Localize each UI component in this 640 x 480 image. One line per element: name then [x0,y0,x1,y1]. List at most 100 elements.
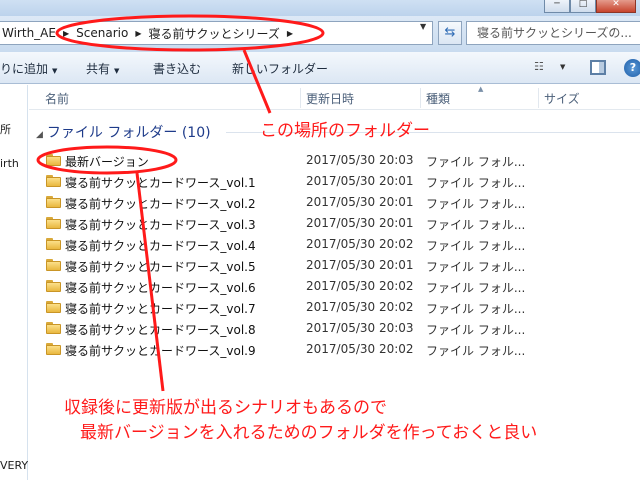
folder-icon [46,301,61,313]
close-button[interactable]: ✕ [596,0,636,13]
breadcrumb-series[interactable]: 寝る前サクッとシリーズ [145,25,282,42]
file-date: 2017/05/30 20:01 [306,174,414,188]
file-row[interactable]: 寝る前サクッとカードワース_vol.9 2017/05/30 20:02 ファイル … [40,339,640,360]
nav-item-drive[interactable]: VERY [0,459,28,472]
file-type: ファイル フォル... [426,302,526,316]
chevron-right-icon[interactable]: ▶ [131,29,145,38]
file-row[interactable]: 寝る前サクッとカードワース_vol.2 2017/05/30 20:01 ファイル … [40,192,640,213]
column-size[interactable]: サイズ [544,90,580,107]
file-type: ファイル フォル... [426,344,526,358]
column-divider[interactable] [420,88,421,108]
file-row[interactable]: 寝る前サクッとカードワース_vol.6 2017/05/30 20:02 ファイル … [40,276,640,297]
column-type[interactable]: 種類 [426,90,450,107]
column-divider[interactable] [300,88,301,108]
folder-icon [46,343,61,355]
view-options-icon[interactable]: ☷ [534,60,550,74]
file-type: ファイル フォル... [426,239,526,253]
folder-icon [46,175,61,187]
file-row[interactable]: 寝る前サクッとカードワース_vol.5 2017/05/30 20:01 ファイル … [40,255,640,276]
folder-icon [46,280,61,292]
file-date: 2017/05/30 20:01 [306,195,414,209]
file-name: 寝る前サクッとカードワース_vol.6 [65,281,256,295]
nav-item-wirth[interactable]: irth [0,157,19,170]
folder-icon [46,154,61,166]
chevron-down-icon[interactable]: ▼ [560,63,565,71]
file-date: 2017/05/30 20:02 [306,279,414,293]
file-type: ファイル フォル... [426,260,526,274]
tip-line-2: 最新バージョンを入れるためのフォルダを作っておくと良い [80,423,538,443]
tip-line-1: 収録後に更新版が出るシナリオもあるので [64,398,387,418]
burn-button[interactable]: 書き込む [153,60,201,77]
column-date[interactable]: 更新日時 [306,90,354,107]
file-row[interactable]: 寝る前サクッとカードワース_vol.7 2017/05/30 20:02 ファイル … [40,297,640,318]
file-name: 寝る前サクッとカードワース_vol.1 [65,176,256,190]
new-folder-button[interactable]: 新しいフォルダー [232,60,328,77]
address-history-dropdown[interactable]: ▼ [420,22,426,31]
minimize-button[interactable]: ─ [544,0,570,13]
help-button[interactable]: ? [624,59,640,77]
file-type: ファイル フォル... [426,176,526,190]
location-annotation: この場所のフォルダー [260,121,430,141]
file-name: 最新バージョン [65,155,149,169]
folder-icon [46,322,61,334]
nav-item-places[interactable]: 所 [0,121,11,137]
file-name: 寝る前サクッとカードワース_vol.5 [65,260,256,274]
file-date: 2017/05/30 20:01 [306,258,414,272]
file-type: ファイル フォル... [426,155,526,169]
file-date: 2017/05/30 20:03 [306,153,414,167]
file-date: 2017/05/30 20:02 [306,300,414,314]
file-name: 寝る前サクッとカードワース_vol.7 [65,302,256,316]
share-label: 共有 [86,62,111,76]
column-headers: 名前 更新日時 種類 ▲ サイズ [29,85,640,110]
file-row[interactable]: 寝る前サクッとカードワース_vol.1 2017/05/30 20:01 ファイル … [40,171,640,192]
folder-icon [46,217,61,229]
chevron-right-icon[interactable]: ▶ [59,29,73,38]
include-in-library-button[interactable]: りに追加 ▼ [0,60,57,77]
preview-pane-button[interactable] [590,60,606,75]
column-divider[interactable] [538,88,539,108]
file-row[interactable]: 最新バージョン 2017/05/30 20:03 ファイル フォル... [40,150,640,171]
file-name: 寝る前サクッとカードワース_vol.8 [65,323,256,337]
file-name: 寝る前サクッとカードワース_vol.2 [65,197,256,211]
folder-icon [46,259,61,271]
file-date: 2017/05/30 20:01 [306,216,414,230]
group-divider [226,132,640,133]
tip-annotation: 収録後に更新版が出るシナリオもあるので 最新バージョンを入れるためのフォルダを作… [64,396,537,446]
command-bar: りに追加 ▼ 共有 ▼ 書き込む 新しいフォルダー ☷ ▼ ? [0,52,640,84]
collapse-arrow-icon[interactable]: ◢ [36,130,43,140]
search-input[interactable]: 寝る前サクッとシリーズの... [466,21,640,45]
refresh-button[interactable]: ⇆ [438,21,462,45]
title-bar: ─ □ ✕ [0,0,640,16]
address-row: Wirth_AE ▶ Scenario ▶ 寝る前サクッとシリーズ ▶ ▼ ⇆ … [0,16,640,52]
folder-icon [46,238,61,250]
column-name[interactable]: 名前 [45,90,69,107]
file-row[interactable]: 寝る前サクッとカードワース_vol.4 2017/05/30 20:02 ファイル … [40,234,640,255]
sort-arrow-icon: ▲ [478,85,484,93]
chevron-right-icon[interactable]: ▶ [283,29,297,38]
maximize-button[interactable]: □ [570,0,596,13]
window-controls: ─ □ ✕ [544,0,636,13]
file-name: 寝る前サクッとカードワース_vol.4 [65,239,256,253]
folder-icon [46,196,61,208]
file-name: 寝る前サクッとカードワース_vol.3 [65,218,256,232]
file-row[interactable]: 寝る前サクッとカードワース_vol.3 2017/05/30 20:01 ファイル … [40,213,640,234]
chevron-down-icon: ▼ [52,67,58,75]
breadcrumb-wirth[interactable]: Wirth_AE [0,26,59,40]
group-header[interactable]: ◢ ファイル フォルダー (10) [36,122,211,142]
file-date: 2017/05/30 20:02 [306,237,414,251]
file-type: ファイル フォル... [426,323,526,337]
file-row[interactable]: 寝る前サクッとカードワース_vol.8 2017/05/30 20:03 ファイル … [40,318,640,339]
navigation-pane: 所 irth VERY [0,85,28,480]
group-label: ファイル フォルダー (10) [46,125,211,141]
file-date: 2017/05/30 20:02 [306,342,414,356]
breadcrumb-scenario[interactable]: Scenario [73,26,131,40]
file-type: ファイル フォル... [426,218,526,232]
file-date: 2017/05/30 20:03 [306,321,414,335]
share-button[interactable]: 共有 ▼ [86,60,119,77]
file-name: 寝る前サクッとカードワース_vol.9 [65,344,256,358]
explorer-window: { "window": {"minimize_label": "─", "max… [0,0,640,480]
chevron-down-icon: ▼ [114,67,120,75]
include-label: りに追加 [0,62,49,76]
address-bar[interactable]: Wirth_AE ▶ Scenario ▶ 寝る前サクッとシリーズ ▶ [0,21,433,45]
file-type: ファイル フォル... [426,281,526,295]
